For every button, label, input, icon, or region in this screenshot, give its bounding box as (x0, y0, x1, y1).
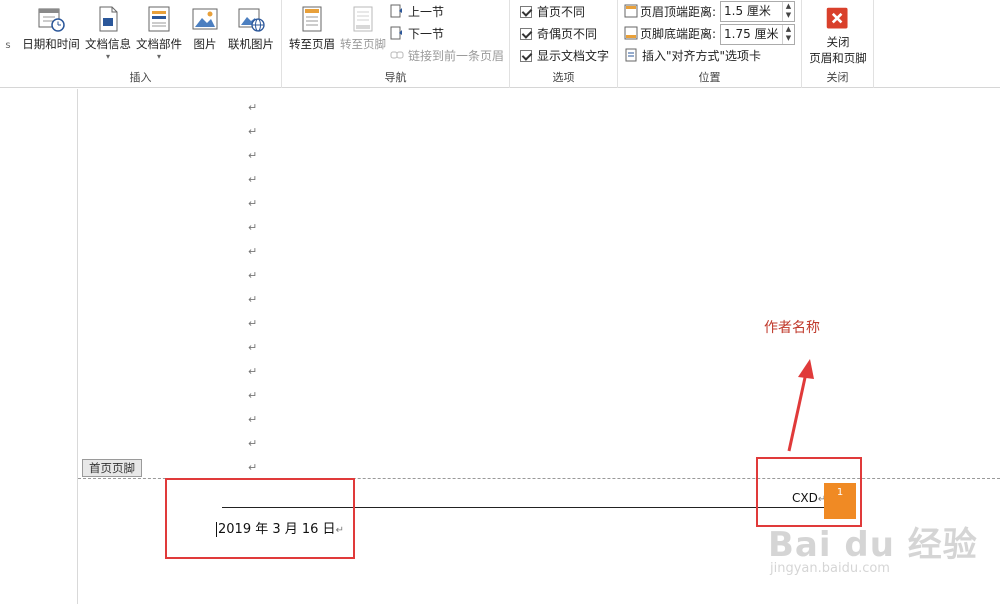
spinner-arrows-icon[interactable]: ▲ ▼ (782, 25, 794, 44)
footer-distance-icon (624, 26, 638, 40)
link-previous-label: 链接到前一条页眉 (408, 49, 505, 63)
paragraph-mark: ↵ (248, 173, 258, 186)
header-top-value: 1.5 厘米 (724, 4, 771, 18)
paragraph-mark: ↵ (248, 293, 258, 306)
insert-align-tab-button[interactable]: 插入"对齐方式"选项卡 (624, 46, 761, 66)
group-insert: s 日期和时间 文档信息 ▾ 文档部件 ▾ 图片 联机图片 插入 (0, 0, 282, 88)
paragraph-mark: ↵ (248, 461, 258, 474)
picture-button[interactable]: 图片 (186, 4, 224, 52)
paragraph-mark: ↵ (248, 317, 258, 330)
goto-header-label: 转至页眉 (289, 37, 335, 51)
first-page-footer-tag: 首页页脚 (82, 459, 142, 477)
annotation-author-name: 作者名称 (764, 320, 820, 336)
different-odd-even-label: 奇偶页不同 (537, 27, 598, 41)
online-picture-label: 联机图片 (228, 37, 274, 51)
link-previous-button[interactable]: 链接到前一条页眉 (390, 46, 504, 66)
online-picture-button[interactable]: 联机图片 (225, 4, 277, 52)
header-top-label: 页眉顶端距离: (640, 5, 717, 19)
goto-footer-label: 转至页脚 (340, 37, 386, 51)
close-label-line2: 页眉和页脚 (809, 51, 867, 65)
previous-section-icon (390, 4, 402, 18)
header-distance-icon (624, 4, 638, 18)
footer-bottom-value: 1.75 厘米 (724, 27, 779, 41)
group-navigation: 转至页眉 转至页脚 上一节 下一节 链接到前一条页眉 导航 (282, 0, 510, 88)
paragraph-mark: ↵ (248, 269, 258, 282)
different-first-page-checkbox[interactable]: 首页不同 (520, 2, 585, 22)
prev-section-label: 上一节 (408, 5, 445, 19)
group-label-insert: 插入 (129, 71, 152, 84)
next-section-icon (390, 26, 402, 40)
group-options: 首页不同 奇偶页不同 显示文档文字 选项 (510, 0, 618, 88)
date-time-button[interactable]: 日期和时间 (20, 4, 82, 52)
calendar-clock-icon (38, 8, 65, 32)
ribbon: s 日期和时间 文档信息 ▾ 文档部件 ▾ 图片 联机图片 插入 转至页眉 转至… (0, 0, 1000, 88)
paragraph-mark: ↵ (248, 365, 258, 378)
group-label-navigation: 导航 (384, 71, 407, 84)
document-area[interactable]: ↵ ↵ ↵ ↵ ↵ ↵ ↵ ↵ ↵ ↵ ↵ ↵ ↵ ↵ ↵ ↵ 首页页脚 201… (0, 89, 1000, 604)
align-tab-icon (625, 48, 637, 62)
watermark-url: jingyan.baidu.com (770, 561, 890, 576)
header-top-distance-row: 页眉顶端距离: (624, 2, 716, 22)
scroll-left-indicator: s (5, 40, 11, 51)
quick-parts-button[interactable]: 文档部件 ▾ (134, 4, 184, 61)
goto-footer-button[interactable]: 转至页脚 (338, 4, 388, 52)
picture-label: 图片 (193, 37, 217, 51)
different-first-page-label: 首页不同 (537, 5, 586, 19)
next-section-button[interactable]: 下一节 (390, 24, 444, 44)
chevron-down-icon: ▾ (105, 52, 110, 61)
link-icon (390, 51, 404, 59)
spinner-arrows-icon[interactable]: ▲ ▼ (782, 2, 794, 21)
checkbox-checked-icon (520, 50, 532, 62)
document-info-label: 文档信息 (85, 37, 131, 51)
group-position: 页眉顶端距离: 1.5 厘米 ▲ ▼ 页脚底端距离: 1.75 厘米 ▲ ▼ 插入"… (618, 0, 802, 88)
group-close: 关闭 页眉和页脚 关闭 (802, 0, 874, 88)
document-info-button[interactable]: 文档信息 ▾ (83, 4, 133, 61)
paragraph-mark: ↵ (248, 125, 258, 138)
left-margin (0, 89, 78, 604)
footer-bottom-label: 页脚底端距离: (640, 27, 717, 41)
different-odd-even-checkbox[interactable]: 奇偶页不同 (520, 24, 597, 44)
chevron-down-icon: ▾ (156, 52, 161, 61)
close-label-line1: 关闭 (826, 35, 850, 49)
goto-footer-icon (353, 6, 373, 32)
show-document-text-label: 显示文档文字 (537, 49, 610, 63)
group-label-options: 选项 (552, 71, 575, 84)
paragraph-mark: ↵ (248, 149, 258, 162)
group-label-close: 关闭 (826, 71, 849, 84)
footer-bottom-spinner[interactable]: 1.75 厘米 ▲ ▼ (720, 24, 795, 45)
group-label-position: 位置 (698, 71, 721, 84)
close-header-footer-button[interactable]: 关闭 页眉和页脚 (804, 6, 872, 66)
checkbox-checked-icon (520, 6, 532, 18)
paragraph-mark: ↵ (248, 389, 258, 402)
paragraph-mark: ↵ (248, 101, 258, 114)
online-picture-icon (238, 8, 265, 32)
paragraph-mark: ↵ (248, 245, 258, 258)
annotation-arrow-icon (787, 359, 814, 452)
goto-header-icon (302, 6, 322, 32)
paragraph-mark: ↵ (248, 437, 258, 450)
watermark-brand: Bai du 经验 (768, 525, 978, 565)
prev-section-button[interactable]: 上一节 (390, 2, 444, 22)
goto-header-button[interactable]: 转至页眉 (286, 4, 338, 52)
paragraph-mark: ↵ (248, 413, 258, 426)
paragraph-mark: ↵ (248, 221, 258, 234)
quick-parts-icon (148, 6, 170, 32)
checkbox-checked-icon (520, 28, 532, 40)
paragraph-mark: ↵ (248, 197, 258, 210)
highlight-date-box (165, 478, 355, 559)
document-info-icon (99, 6, 118, 32)
baidu-jingyan-watermark: Bai du 经验 jingyan.baidu.com (760, 517, 980, 593)
picture-icon (192, 8, 218, 30)
date-time-label: 日期和时间 (22, 37, 80, 51)
insert-align-tab-label: 插入"对齐方式"选项卡 (642, 49, 762, 63)
footer-bottom-distance-row: 页脚底端距离: (624, 24, 716, 44)
close-icon (826, 7, 848, 29)
next-section-label: 下一节 (408, 27, 445, 41)
quick-parts-label: 文档部件 (136, 37, 182, 51)
show-document-text-checkbox[interactable]: 显示文档文字 (520, 46, 609, 66)
paragraph-mark: ↵ (248, 341, 258, 354)
header-top-spinner[interactable]: 1.5 厘米 ▲ ▼ (720, 1, 795, 22)
